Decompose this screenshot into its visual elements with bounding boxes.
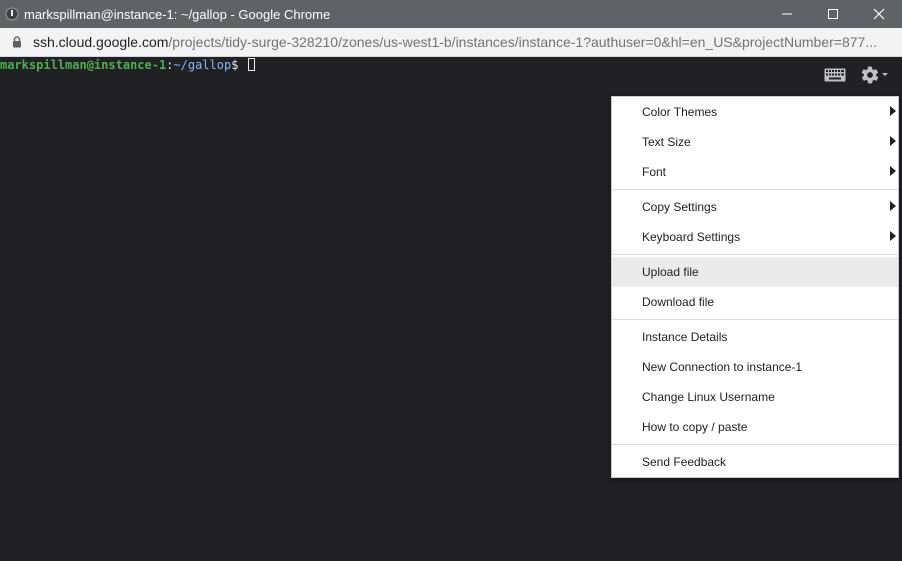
window-title: markspillman@instance-1: ~/gallop - Goog…	[24, 6, 331, 22]
chevron-down-icon	[882, 73, 888, 76]
prompt-path: ~/gallop	[173, 58, 232, 72]
menu-item-keyboard-settings[interactable]: Keyboard Settings	[612, 222, 898, 252]
menu-item-new-connection[interactable]: New Connection to instance-1	[612, 352, 898, 382]
menu-item-label: Font	[642, 165, 667, 179]
menu-item-label: Send Feedback	[642, 455, 727, 469]
menu-item-how-to-copy-paste[interactable]: How to copy / paste	[612, 412, 898, 442]
window-titlebar: markspillman@instance-1: ~/gallop - Goog…	[0, 0, 902, 28]
menu-item-label: Copy Settings	[642, 200, 717, 214]
terminal-cursor	[247, 58, 255, 71]
menu-item-label: Instance Details	[642, 330, 728, 344]
settings-button[interactable]	[860, 65, 890, 85]
submenu-arrow-icon	[890, 136, 896, 146]
menu-item-copy-settings[interactable]: Copy Settings	[612, 192, 898, 222]
menu-item-text-size[interactable]: Text Size	[612, 127, 898, 157]
url-path: /projects/tidy-surge-328210/zones/us-wes…	[168, 34, 877, 50]
submenu-arrow-icon	[890, 231, 896, 241]
minimize-icon	[782, 13, 792, 15]
gear-icon	[861, 66, 879, 84]
menu-item-upload-file[interactable]: Upload file	[612, 257, 898, 287]
menu-item-font[interactable]: Font	[612, 157, 898, 187]
menu-item-label: Keyboard Settings	[642, 230, 741, 244]
lock-icon[interactable]	[10, 35, 24, 49]
submenu-arrow-icon	[890, 166, 896, 176]
chrome-app-icon	[4, 6, 20, 22]
prompt-symbol: $	[231, 58, 239, 72]
terminal-prompt-line: markspillman@instance-1:~/gallop$	[0, 58, 255, 72]
minimize-button[interactable]	[764, 0, 810, 28]
menu-item-instance-details[interactable]: Instance Details	[612, 322, 898, 352]
menu-item-label: Text Size	[642, 135, 691, 149]
maximize-button[interactable]	[810, 0, 856, 28]
menu-divider	[612, 444, 898, 445]
menu-divider	[612, 319, 898, 320]
address-bar[interactable]: ssh.cloud.google.com/projects/tidy-surge…	[0, 28, 902, 57]
settings-menu: Color Themes Text Size Font Copy Setting…	[611, 96, 899, 478]
prompt-user: markspillman@instance-1	[0, 58, 167, 72]
maximize-icon	[828, 9, 838, 19]
close-icon	[873, 8, 885, 20]
submenu-arrow-icon	[890, 201, 896, 211]
menu-item-color-themes[interactable]: Color Themes	[612, 97, 898, 127]
menu-item-change-linux-username[interactable]: Change Linux Username	[612, 382, 898, 412]
keyboard-icon[interactable]	[824, 68, 846, 82]
menu-divider	[612, 254, 898, 255]
url-host: ssh.cloud.google.com	[33, 34, 169, 50]
menu-item-send-feedback[interactable]: Send Feedback	[612, 447, 898, 477]
menu-item-label: New Connection to instance-1	[642, 360, 803, 374]
menu-item-label: Upload file	[642, 265, 699, 279]
close-button[interactable]	[856, 0, 902, 28]
menu-item-label: Color Themes	[642, 105, 718, 119]
menu-item-label: Change Linux Username	[642, 390, 775, 404]
menu-item-download-file[interactable]: Download file	[612, 287, 898, 317]
menu-item-label: How to copy / paste	[642, 420, 748, 434]
window-controls	[764, 0, 902, 28]
menu-divider	[612, 189, 898, 190]
menu-item-label: Download file	[642, 295, 715, 309]
url-text[interactable]: ssh.cloud.google.com/projects/tidy-surge…	[33, 34, 893, 50]
submenu-arrow-icon	[890, 106, 896, 116]
